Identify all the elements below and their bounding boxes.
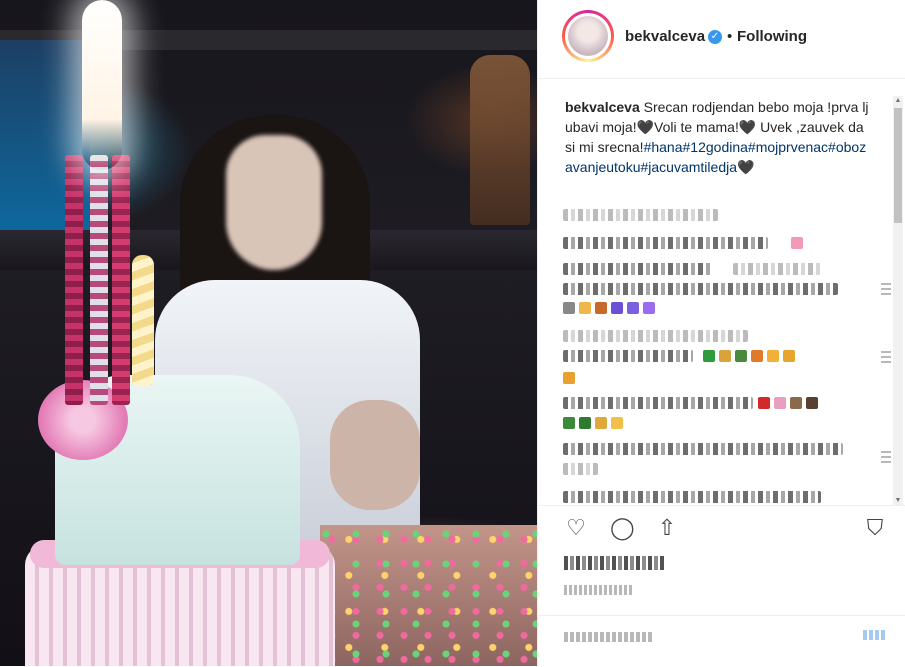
emoji-row xyxy=(563,416,627,430)
action-bar: ♡ ◯ ⇧ ⛉ xyxy=(538,505,905,550)
emoji-row xyxy=(758,396,822,410)
scroll-thumb[interactable] xyxy=(894,108,902,223)
emoji-icon xyxy=(767,350,779,362)
emoji-icon xyxy=(643,302,655,314)
share-icon[interactable]: ⇧ xyxy=(655,516,679,540)
comment-options-icon[interactable] xyxy=(881,351,891,365)
emoji-icon xyxy=(791,237,803,249)
following-button[interactable]: Following xyxy=(737,28,807,45)
comment-row xyxy=(733,263,823,275)
load-more-comments[interactable] xyxy=(563,209,718,221)
emoji-icon xyxy=(595,302,607,314)
comment-icon[interactable]: ◯ xyxy=(610,516,635,540)
emoji-icon xyxy=(563,417,575,429)
comments-scrollbar[interactable]: ▲ ▼ xyxy=(893,96,903,506)
emoji-icon xyxy=(774,397,786,409)
candle xyxy=(112,155,130,405)
emoji-icon xyxy=(595,417,607,429)
likes-count[interactable] xyxy=(564,556,664,570)
add-comment-input[interactable] xyxy=(564,632,654,642)
emoji-icon xyxy=(579,417,591,429)
emoji-icon xyxy=(735,350,747,362)
unicorn-horn-decoration xyxy=(132,255,154,385)
emoji-icon xyxy=(806,397,818,409)
emoji-icon xyxy=(719,350,731,362)
bookmark-icon[interactable]: ⛉ xyxy=(863,516,887,540)
post-caption: bekvalceva Srecan rodjendan bebo moja !p… xyxy=(565,97,870,177)
emoji-icon xyxy=(563,372,575,384)
story-ring[interactable] xyxy=(562,10,614,62)
background-lamp xyxy=(470,55,530,225)
emoji-icon xyxy=(783,350,795,362)
girl-arm xyxy=(330,400,420,510)
comment-row xyxy=(563,330,748,342)
heart-icon[interactable]: ♡ xyxy=(564,516,588,540)
emoji-row xyxy=(703,349,799,363)
post-side-panel: bekvalceva ✓ • Following bekvalceva Srec… xyxy=(537,0,905,666)
header-username[interactable]: bekvalceva xyxy=(625,28,705,45)
emoji-icon xyxy=(627,302,639,314)
candle xyxy=(90,155,108,405)
emoji-icon xyxy=(611,417,623,429)
sparkler-light xyxy=(82,0,122,170)
comment-row xyxy=(563,237,768,249)
candle xyxy=(65,155,83,405)
blurred-face xyxy=(226,135,322,270)
emoji-row xyxy=(563,371,579,385)
emoji-icon xyxy=(758,397,770,409)
emoji-icon xyxy=(751,350,763,362)
comment-options-icon[interactable] xyxy=(881,283,891,297)
post-timestamp[interactable] xyxy=(564,585,634,595)
comment-row xyxy=(563,463,598,475)
post-media-image[interactable] xyxy=(0,0,537,666)
comment-row xyxy=(563,397,753,409)
comment-row xyxy=(563,283,838,295)
comment-options-icon[interactable] xyxy=(881,451,891,465)
emoji-icon xyxy=(611,302,623,314)
confetti-table xyxy=(320,525,537,666)
emoji-row xyxy=(563,301,659,315)
post-comment-button[interactable] xyxy=(863,630,887,640)
emoji-icon xyxy=(790,397,802,409)
comment-row xyxy=(563,263,713,275)
emoji-icon xyxy=(563,302,575,314)
scroll-up-arrow-icon[interactable]: ▲ xyxy=(893,96,903,106)
avatar[interactable] xyxy=(568,16,608,56)
post-header: bekvalceva ✓ • Following xyxy=(538,0,905,79)
emoji-icon xyxy=(703,350,715,362)
verified-badge-icon: ✓ xyxy=(708,30,722,44)
comments-list xyxy=(563,205,891,505)
header-separator: • xyxy=(727,28,733,45)
emoji-icon xyxy=(579,302,591,314)
add-comment-section xyxy=(538,615,905,667)
avatar-frame xyxy=(565,13,611,59)
comment-row xyxy=(563,491,821,503)
caption-username[interactable]: bekvalceva xyxy=(565,99,640,115)
comment-row xyxy=(563,443,843,455)
comment-row xyxy=(563,350,693,362)
